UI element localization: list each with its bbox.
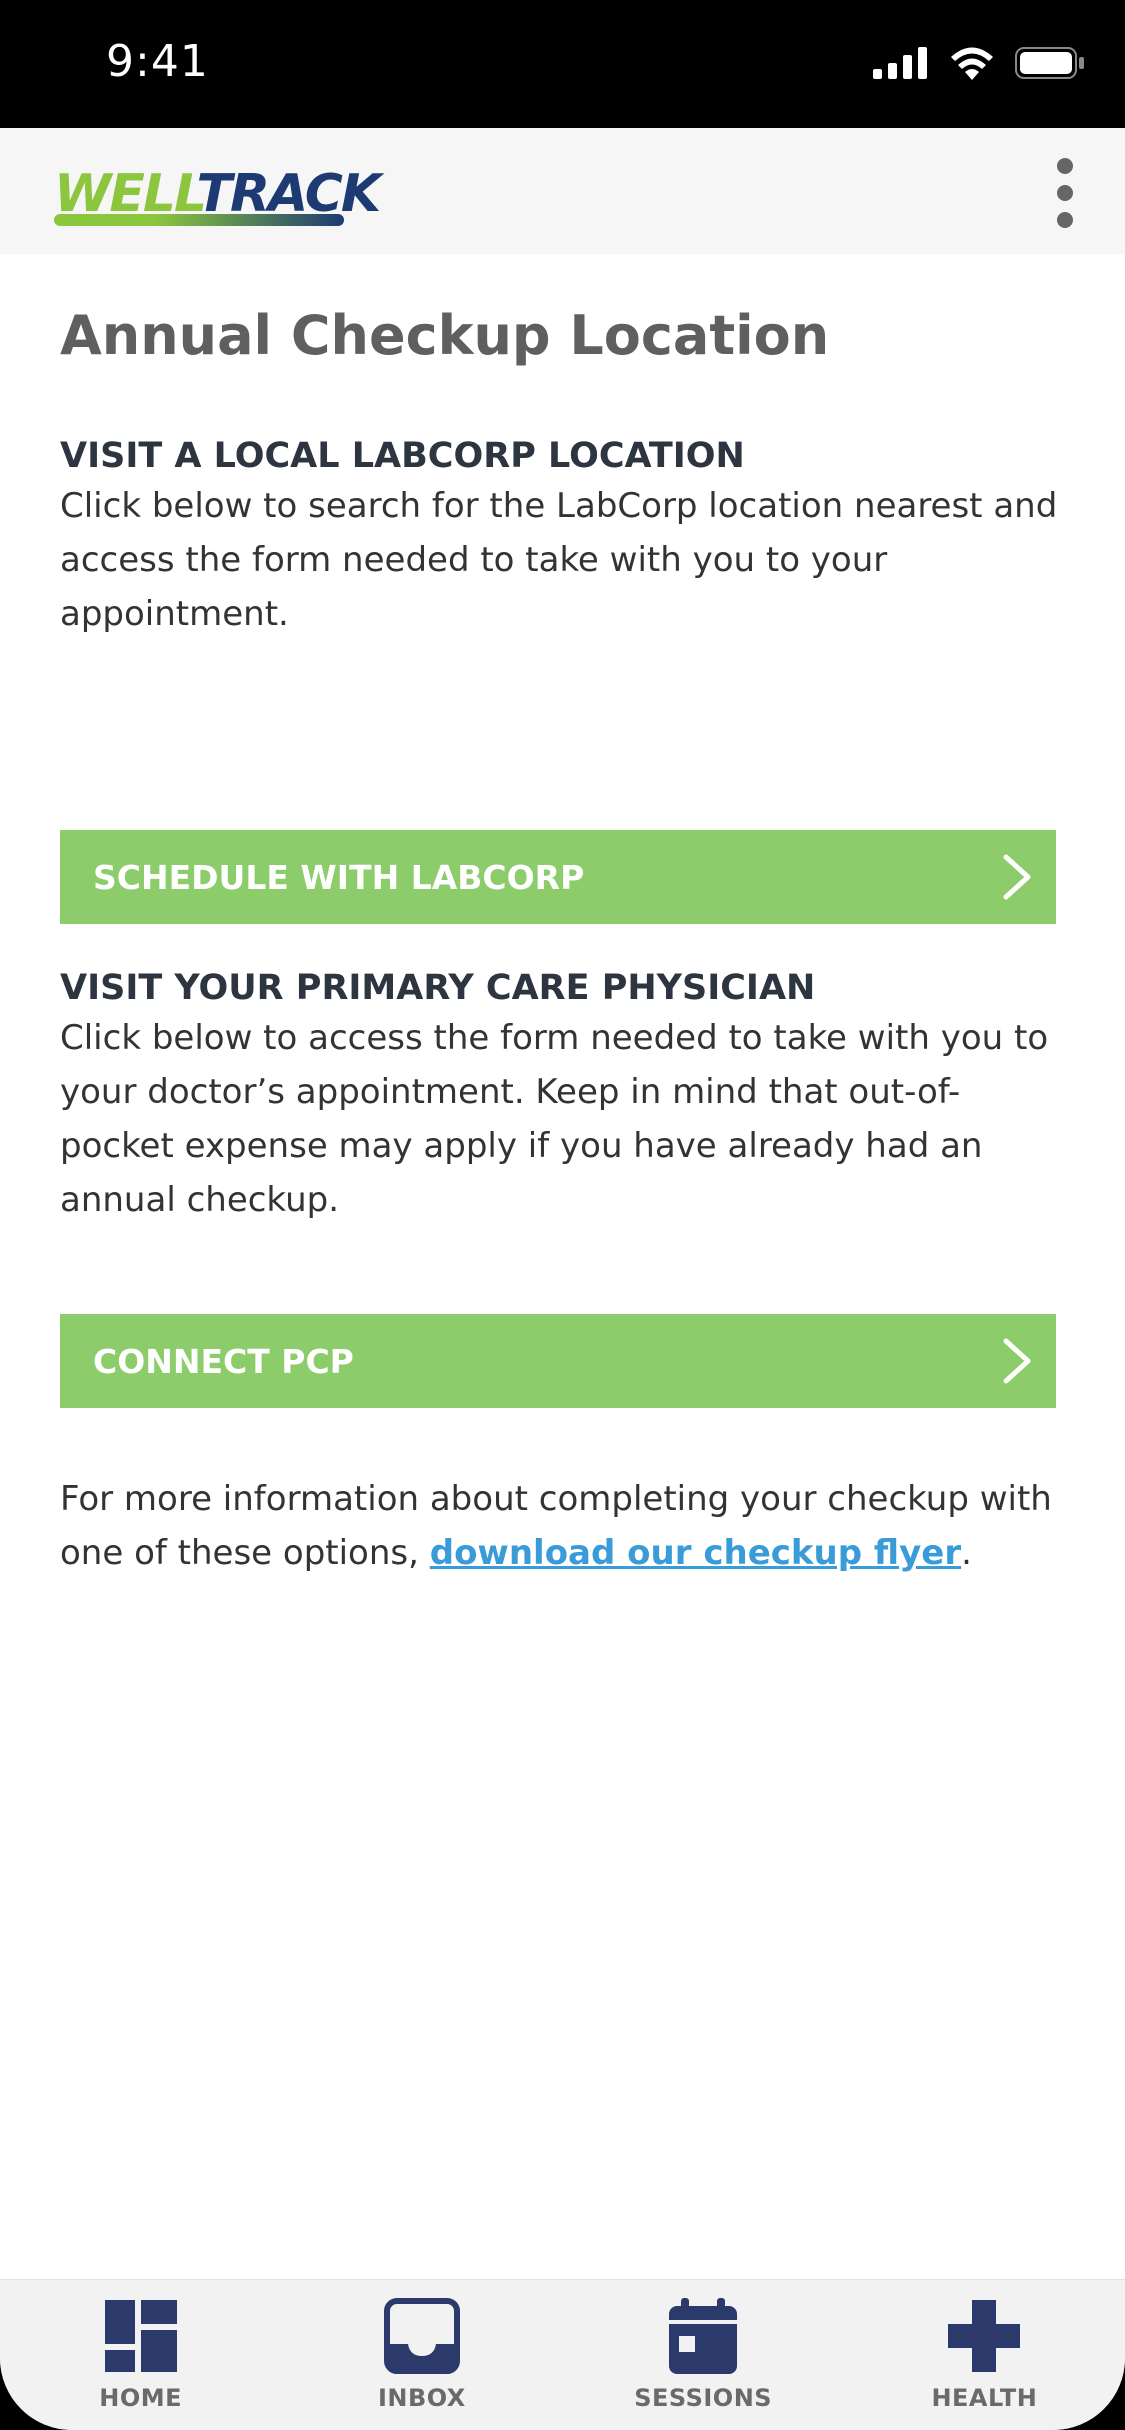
labcorp-section-heading: VISIT A LOCAL LABCORP LOCATION <box>60 436 745 476</box>
more-options-dot <box>1057 185 1073 201</box>
chevron-right-icon <box>1003 1338 1031 1384</box>
checkup-info-text: For more information about completing yo… <box>60 1472 1080 1580</box>
wifi-icon <box>951 47 993 80</box>
more-options-icon <box>1057 158 1073 174</box>
battery-icon <box>1015 47 1084 79</box>
page-title: Annual Checkup Location <box>60 304 830 367</box>
connect-pcp-label: CONNECT PCP <box>93 1341 354 1381</box>
checkup-info-text-end: . <box>961 1533 972 1573</box>
tab-health[interactable]: HEALTH <box>884 2280 1084 2430</box>
signal-icon <box>873 47 927 79</box>
status-time: 9:41 <box>106 36 209 87</box>
calendar-icon <box>669 2298 738 2374</box>
bottom-tab-bar: HOME INBOX SESSIONS HEALTH <box>0 2279 1125 2430</box>
tab-home[interactable]: HOME <box>41 2280 241 2430</box>
logo-swoosh <box>54 214 344 226</box>
tab-health-label: HEALTH <box>931 2384 1038 2412</box>
welltrack-logo[interactable]: WELLTRACK <box>54 164 381 226</box>
inbox-tray-icon <box>383 2298 460 2374</box>
app-header: WELLTRACK <box>0 128 1125 254</box>
more-options-dot <box>1057 212 1073 228</box>
tab-inbox-label: INBOX <box>377 2384 466 2412</box>
chevron-right-icon <box>1003 854 1031 900</box>
tab-home-label: HOME <box>99 2384 182 2412</box>
tab-inbox[interactable]: INBOX <box>322 2280 522 2430</box>
health-cross-icon <box>948 2300 1021 2372</box>
schedule-labcorp-button[interactable]: SCHEDULE WITH LABCORP <box>60 830 1056 924</box>
tab-sessions-label: SESSIONS <box>634 2384 773 2412</box>
status-bar: 9:41 <box>0 0 1125 128</box>
tab-sessions[interactable]: SESSIONS <box>603 2280 803 2430</box>
home-grid-icon <box>104 2300 177 2372</box>
pcp-section-heading: VISIT YOUR PRIMARY CARE PHYSICIAN <box>60 968 816 1008</box>
status-icons <box>873 46 1085 80</box>
connect-pcp-button[interactable]: CONNECT PCP <box>60 1314 1056 1408</box>
more-options-button[interactable] <box>1045 158 1085 228</box>
pcp-section-body: Click below to access the form needed to… <box>60 1018 1049 1220</box>
download-checkup-flyer-link[interactable]: download our checkup flyer <box>430 1533 961 1573</box>
labcorp-section-body: Click below to search for the LabCorp lo… <box>60 486 1058 634</box>
schedule-labcorp-label: SCHEDULE WITH LABCORP <box>93 857 585 897</box>
app-screen: WELLTRACK Annual Checkup Location VISIT … <box>0 128 1125 2430</box>
